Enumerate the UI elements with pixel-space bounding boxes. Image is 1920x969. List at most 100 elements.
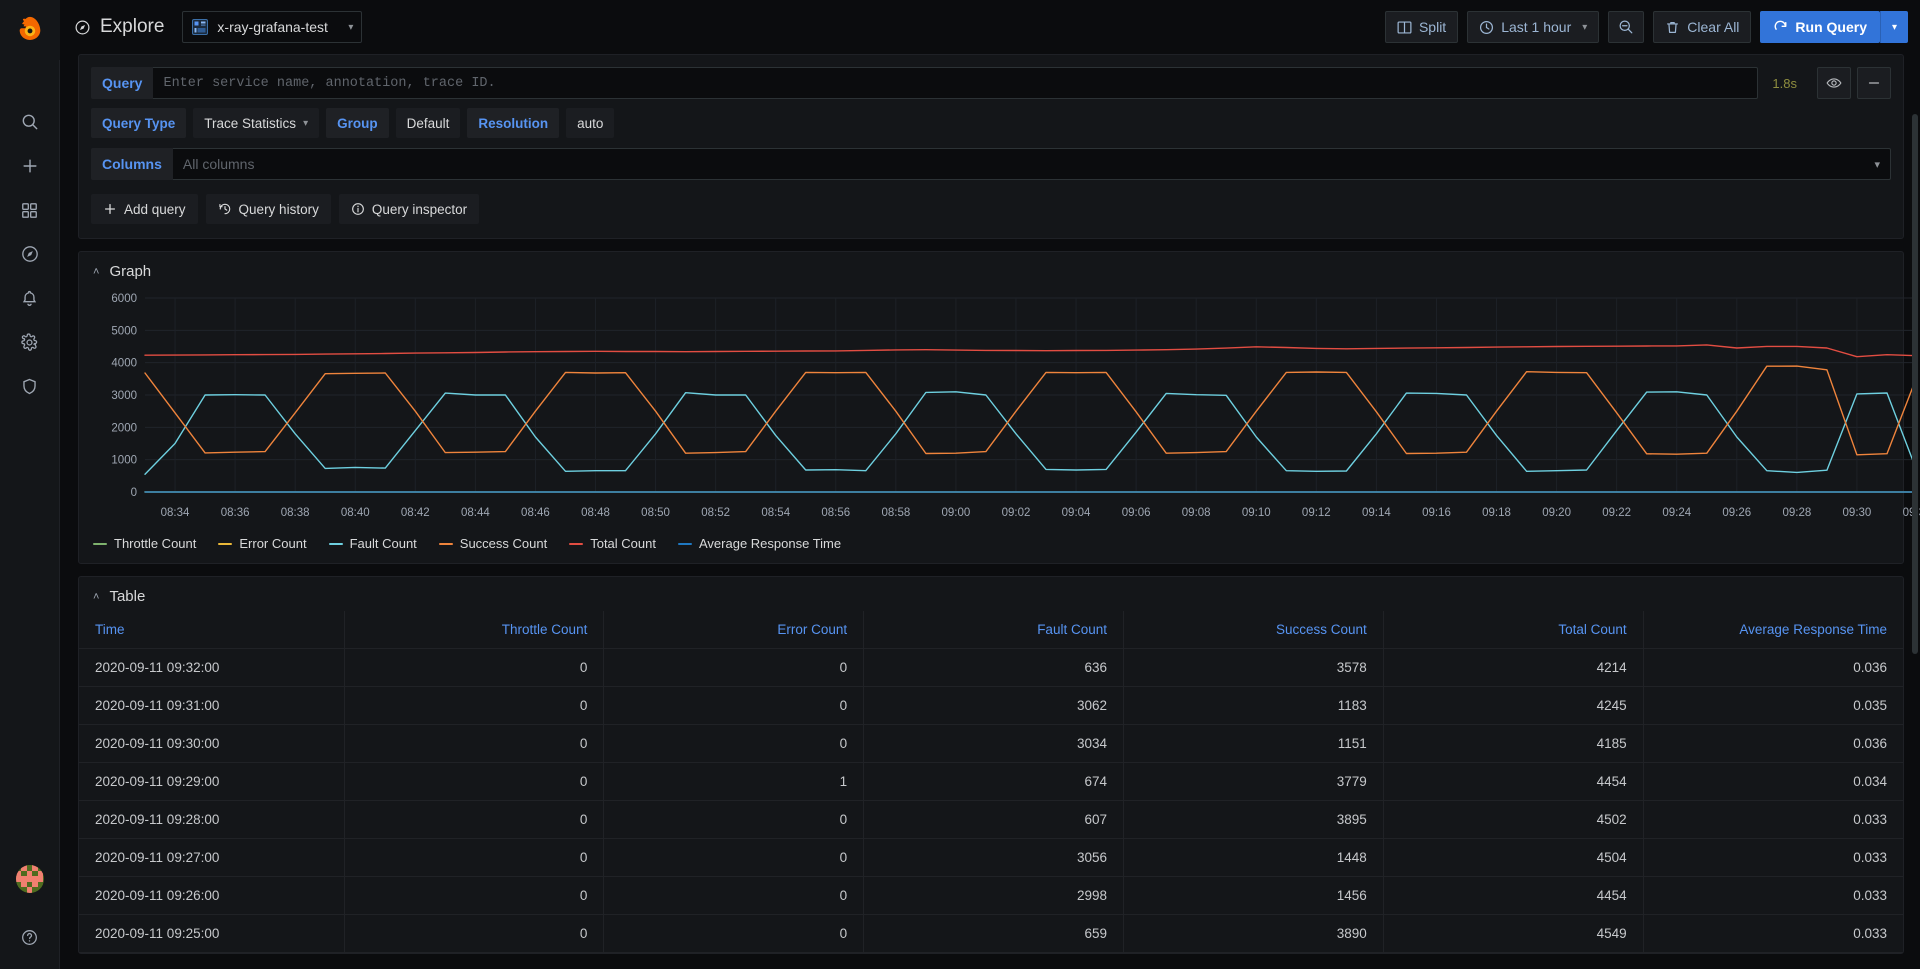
toggle-query-visibility-button[interactable]: [1817, 67, 1851, 99]
query-options-row: Query Type Trace Statistics ▾ Group Defa…: [91, 108, 1891, 138]
legend-color-swatch: [678, 543, 692, 545]
columns-select[interactable]: All columns ▾: [173, 148, 1891, 180]
remove-query-button[interactable]: [1857, 67, 1891, 99]
resolution-label: Resolution: [467, 108, 559, 138]
svg-text:09:28: 09:28: [1782, 507, 1811, 519]
table-column-header[interactable]: Average Response Time: [1643, 611, 1903, 649]
legend-item[interactable]: Success Count: [439, 536, 547, 551]
table-cell: 1448: [1123, 839, 1383, 877]
table-cell: 4504: [1383, 839, 1643, 877]
compass-icon: [74, 19, 91, 36]
split-button[interactable]: Split: [1385, 11, 1458, 43]
table-cell: 659: [864, 915, 1124, 953]
svg-text:3000: 3000: [111, 390, 137, 402]
gear-icon: [20, 333, 39, 352]
svg-text:2000: 2000: [111, 422, 137, 434]
sidebar-item-configuration[interactable]: [0, 320, 60, 364]
query-row: Query 1.8s: [91, 67, 1891, 99]
grafana-logo-icon[interactable]: [0, 0, 60, 60]
table-cell: 0.035: [1643, 687, 1903, 725]
sidebar-item-help[interactable]: [0, 915, 60, 959]
table-cell: 0: [344, 649, 604, 687]
chevron-down-icon: ▾: [1582, 22, 1587, 33]
query-type-select[interactable]: Trace Statistics ▾: [193, 108, 319, 138]
query-duration: 1.8s: [1758, 76, 1811, 91]
sidebar-item-alerting[interactable]: [0, 276, 60, 320]
page-scrollbar[interactable]: [1912, 114, 1918, 654]
sidebar-nav-top: [0, 100, 60, 408]
query-input[interactable]: [153, 67, 1758, 99]
sidebar-item-server-admin[interactable]: [0, 364, 60, 408]
table-cell: 0: [344, 877, 604, 915]
table-cell: 4185: [1383, 725, 1643, 763]
query-actions-row: Add query Query history: [91, 194, 1891, 224]
table-column-header[interactable]: Time: [79, 611, 344, 649]
table-panel: ˄ Table TimeThrottle CountError CountFau…: [78, 576, 1904, 954]
run-query-options-button[interactable]: ▾: [1880, 11, 1908, 43]
run-query-group: Run Query ▾: [1760, 11, 1908, 43]
svg-text:09:16: 09:16: [1422, 507, 1451, 519]
sidebar-item-create[interactable]: [0, 144, 60, 188]
datasource-picker[interactable]: x-ray-grafana-test ▾: [182, 11, 362, 43]
table-column-header[interactable]: Error Count: [604, 611, 864, 649]
table-cell: 0.036: [1643, 649, 1903, 687]
chevron-up-icon[interactable]: ˄: [93, 591, 99, 603]
svg-text:09:12: 09:12: [1302, 507, 1331, 519]
page-title: Explore: [100, 16, 164, 38]
table-panel-header[interactable]: ˄ Table: [79, 577, 1903, 611]
table-column-header[interactable]: Success Count: [1123, 611, 1383, 649]
chevron-up-icon[interactable]: ˄: [93, 266, 99, 278]
svg-text:09:08: 09:08: [1182, 507, 1211, 519]
table-row[interactable]: 2020-09-11 09:32:0000636357842140.036: [79, 649, 1903, 687]
graph-panel: ˄ Graph 0100020003000400050006000 08:340…: [78, 251, 1904, 564]
table-cell: 0: [344, 839, 604, 877]
svg-text:08:54: 08:54: [761, 507, 790, 519]
graph-svg: 0100020003000400050006000: [93, 290, 1920, 500]
resolution-select[interactable]: auto: [566, 108, 614, 138]
table-column-header[interactable]: Throttle Count: [344, 611, 604, 649]
svg-text:08:42: 08:42: [401, 507, 430, 519]
svg-text:09:22: 09:22: [1602, 507, 1631, 519]
svg-text:5000: 5000: [111, 325, 137, 337]
sidebar-item-explore[interactable]: [0, 232, 60, 276]
svg-text:0: 0: [131, 487, 137, 499]
table-row[interactable]: 2020-09-11 09:31:00003062118342450.035: [79, 687, 1903, 725]
table-cell: 3578: [1123, 649, 1383, 687]
table-row[interactable]: 2020-09-11 09:30:00003034115141850.036: [79, 725, 1903, 763]
table-cell: 0: [344, 915, 604, 953]
legend-label: Error Count: [239, 536, 306, 551]
clear-all-button[interactable]: Clear All: [1653, 11, 1751, 43]
toolbar-actions: Split Last 1 hour ▾: [1385, 11, 1908, 43]
zoom-out-button[interactable]: [1608, 11, 1644, 43]
svg-text:08:38: 08:38: [281, 507, 310, 519]
query-type-label: Query Type: [91, 108, 186, 138]
graph-panel-header[interactable]: ˄ Graph: [79, 252, 1903, 286]
legend-item[interactable]: Average Response Time: [678, 536, 841, 551]
table-row[interactable]: 2020-09-11 09:27:00003056144845040.033: [79, 839, 1903, 877]
sidebar-item-search[interactable]: [0, 100, 60, 144]
sidebar-item-dashboards[interactable]: [0, 188, 60, 232]
table-column-header[interactable]: Fault Count: [864, 611, 1124, 649]
graph-plot-area[interactable]: 0100020003000400050006000 08:3408:3608:3…: [79, 286, 1903, 532]
table-cell: 0.033: [1643, 839, 1903, 877]
legend-item[interactable]: Total Count: [569, 536, 656, 551]
group-select[interactable]: Default: [396, 108, 461, 138]
table-column-header[interactable]: Total Count: [1383, 611, 1643, 649]
table-row[interactable]: 2020-09-11 09:28:0000607389545020.033: [79, 801, 1903, 839]
table-row[interactable]: 2020-09-11 09:29:0001674377944540.034: [79, 763, 1903, 801]
query-history-button[interactable]: Query history: [206, 194, 331, 224]
time-range-picker[interactable]: Last 1 hour ▾: [1467, 11, 1599, 43]
query-inspector-button[interactable]: Query inspector: [339, 194, 479, 224]
svg-text:09:06: 09:06: [1122, 507, 1151, 519]
table-row[interactable]: 2020-09-11 09:26:00002998145644540.033: [79, 877, 1903, 915]
legend-item[interactable]: Error Count: [218, 536, 306, 551]
table-row[interactable]: 2020-09-11 09:25:0000659389045490.033: [79, 915, 1903, 953]
avatar[interactable]: [16, 865, 44, 893]
add-query-button[interactable]: Add query: [91, 194, 198, 224]
question-circle-icon: [20, 928, 39, 947]
legend-item[interactable]: Fault Count: [329, 536, 417, 551]
zoom-out-icon: [1618, 19, 1634, 35]
run-query-button[interactable]: Run Query: [1760, 11, 1880, 43]
legend-item[interactable]: Throttle Count: [93, 536, 196, 551]
eye-icon: [1826, 75, 1842, 91]
